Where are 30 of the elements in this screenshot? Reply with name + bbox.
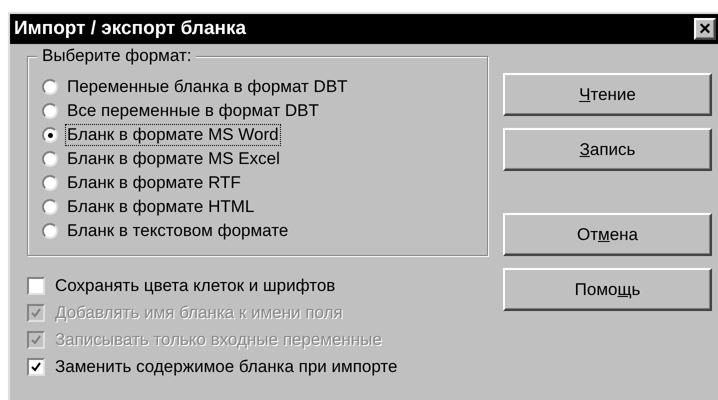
checkbox-label: Заменить содержимое бланка при импорте [55,356,398,378]
checkbox[interactable] [27,276,45,294]
radio-label: Переменные бланка в формат DBT [66,77,349,97]
radio-button[interactable] [42,127,58,143]
check-icon [31,308,41,318]
checkbox[interactable] [27,358,45,376]
radio-label: Бланк в формате HTML [66,197,256,217]
dialog-button[interactable]: Отмена [503,213,712,256]
radio-button[interactable] [42,223,58,239]
radio-label: Бланк в формате MS Word [66,125,280,145]
dialog-button[interactable]: Запись [503,128,712,171]
check-icon [31,334,41,344]
checkbox-label: Добавлять имя бланка к имени поля [55,302,343,324]
radio-button[interactable] [42,79,58,95]
checkbox-label: Записывать только входные переменные [55,328,382,351]
group-title: Выберите формат: [37,46,196,66]
checkbox-label: Сохранять цвета клеток и шрифтов [55,274,336,297]
radio-button[interactable] [42,151,58,167]
window-title: Импорт / экспорт бланка [14,16,246,41]
radio-label: Бланк в текстовом формате [66,221,290,241]
radio-label: Бланк в формате RTF [66,173,242,193]
radio-label: Все переменные в формат DBT [66,101,320,121]
radio-label: Бланк в формате MS Excel [66,149,281,169]
check-icon [31,362,41,372]
radio-button[interactable] [42,103,58,119]
radio-button[interactable] [42,199,58,215]
dialog-button[interactable]: Помощь [503,268,712,311]
radio-button[interactable] [42,175,58,191]
close-button[interactable]: × [694,18,716,40]
dialog-button[interactable]: Чтение [503,73,712,116]
